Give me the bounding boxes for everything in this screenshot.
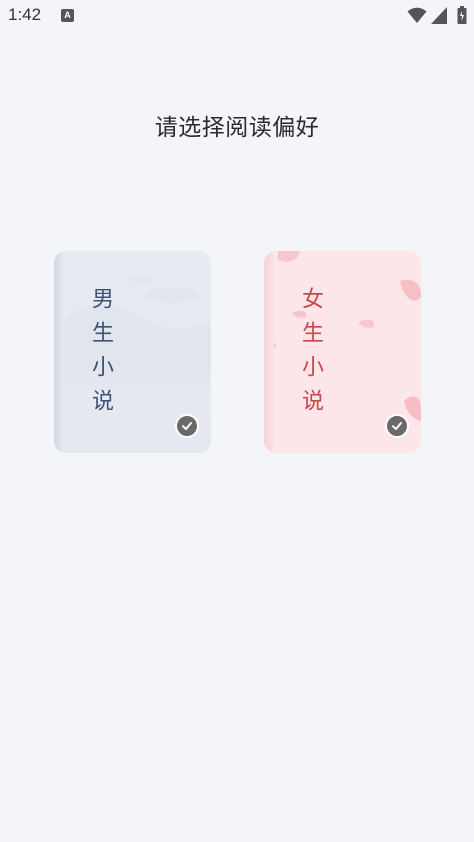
male-novel-label: 男生小说 bbox=[88, 287, 113, 423]
male-selected-check-icon bbox=[175, 414, 199, 438]
status-bar: 1:42 A bbox=[0, 0, 474, 32]
male-novel-card[interactable]: 男生小说 bbox=[54, 251, 211, 453]
female-novel-label: 女生小说 bbox=[298, 287, 323, 423]
female-novel-card[interactable]: 女生小说 bbox=[264, 251, 421, 453]
battery-icon bbox=[457, 6, 467, 24]
page-title: 请选择阅读偏好 bbox=[154, 115, 320, 141]
female-selected-check-icon bbox=[385, 414, 409, 438]
status-time: 1:42 bbox=[8, 5, 42, 24]
book-spine bbox=[54, 251, 64, 453]
signal-icon bbox=[431, 7, 447, 24]
wifi-icon bbox=[407, 7, 427, 23]
app-notification-icon: A bbox=[61, 9, 74, 22]
book-spine bbox=[264, 251, 274, 453]
